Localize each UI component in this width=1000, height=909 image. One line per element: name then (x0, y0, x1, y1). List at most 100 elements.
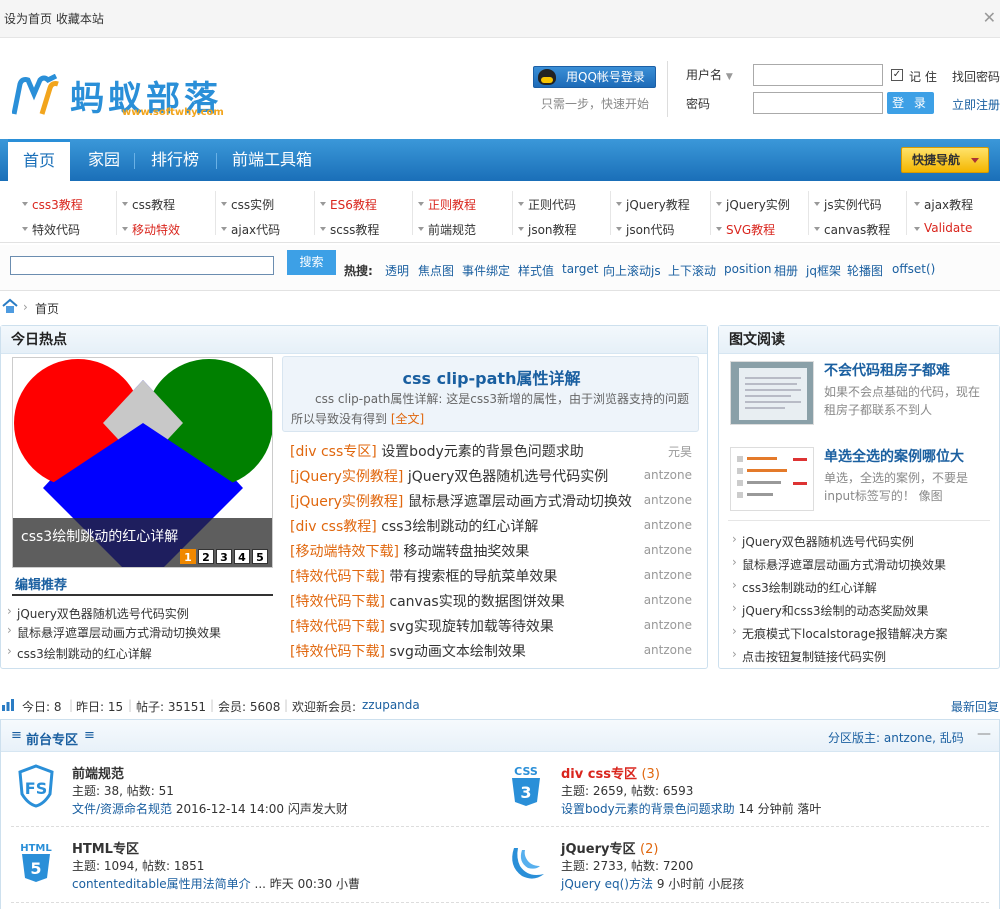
subnav-link[interactable]: jQuery教程 (616, 196, 690, 213)
picture-article-title[interactable]: 单选全选的案例哪位大 (824, 446, 964, 466)
hot-search-link[interactable]: offset() (892, 262, 935, 276)
hot-search-link[interactable]: position (724, 262, 772, 276)
subnav-link[interactable]: 前端规范 (417, 221, 476, 238)
last-post-link[interactable]: jQuery eq()方法 (561, 877, 653, 891)
subnav-link[interactable]: SVG教程 (715, 221, 775, 238)
subnav-link[interactable]: 正则教程 (417, 196, 476, 213)
hot-search-link[interactable]: 焦点图 (418, 262, 454, 279)
news-item[interactable]: [特效代码下载] svg实现旋转加载等待效果 (290, 616, 554, 636)
article-link[interactable]: css3绘制跳动的红心详解 (732, 578, 877, 596)
news-title[interactable]: css3绘制跳动的红心详解 (381, 519, 538, 535)
news-title[interactable]: 鼠标悬浮遮罩层动画方式滑动切换效 (408, 494, 632, 510)
subnav-link[interactable]: css3教程 (22, 196, 83, 213)
password-input[interactable] (753, 92, 883, 114)
news-category-link[interactable]: [jQuery实例教程] (290, 494, 403, 510)
news-category-link[interactable]: [div css教程] (290, 519, 377, 535)
article-thumbnail[interactable] (730, 361, 814, 425)
slide-page-3[interactable]: 3 (216, 549, 232, 564)
news-author[interactable]: antzone (644, 618, 692, 632)
search-button[interactable]: 搜索 (287, 250, 336, 275)
article-link[interactable]: 点击按钮复制链接代码实例 (732, 647, 886, 665)
subnav-link[interactable]: 特效代码 (21, 221, 80, 238)
subnav-link[interactable]: ajax代码 (220, 221, 280, 238)
article-link[interactable]: 无痕模式下localstorage报错解决方案 (732, 624, 948, 642)
news-item[interactable]: [特效代码下载] 带有搜索框的导航菜单效果 (290, 566, 557, 586)
css-icon[interactable]: CSS 3 (506, 764, 546, 808)
news-author[interactable]: antzone (644, 468, 692, 482)
news-author[interactable]: antzone (644, 593, 692, 607)
login-button[interactable]: 登 录 (887, 92, 934, 114)
subnav-link[interactable]: js实例代码 (814, 196, 882, 213)
last-post-link[interactable]: contenteditable属性用法简单介 (72, 877, 251, 891)
subnav-link[interactable]: scss教程 (319, 221, 379, 238)
breadcrumb-home[interactable]: 首页 (35, 300, 59, 317)
nav-item-ranking[interactable]: 排行榜 (140, 139, 210, 181)
article-thumbnail[interactable] (730, 447, 814, 511)
site-logo[interactable]: 蚂蚁部落 www.softwhy.com (12, 71, 232, 121)
news-item[interactable]: [jQuery实例教程] jQuery双色器随机选号代码实例 (290, 466, 608, 486)
news-category-link[interactable]: [jQuery实例教程] (290, 469, 403, 485)
news-category-link[interactable]: [特效代码下载] (290, 644, 385, 660)
news-item[interactable]: [jQuery实例教程] 鼠标悬浮遮罩层动画方式滑动切换效 (290, 491, 632, 511)
search-input[interactable] (10, 256, 274, 275)
subnav-link[interactable]: canvas教程 (813, 221, 890, 238)
forgot-password-link[interactable]: 找回密码 (952, 68, 1000, 85)
news-title[interactable]: canvas实现的数据图饼效果 (389, 594, 564, 610)
slideshow[interactable]: css3绘制跳动的红心详解 1 2 3 4 5 (12, 357, 273, 568)
subnav-link[interactable]: ajax教程 (913, 196, 973, 213)
remember-checkbox[interactable]: ✓ (891, 69, 903, 81)
collapse-icon[interactable]: — (977, 726, 991, 742)
news-author[interactable]: antzone (644, 568, 692, 582)
board-name[interactable]: jQuery专区 (2) (561, 838, 658, 857)
list-icon[interactable]: ≡ (84, 728, 95, 743)
hot-search-link[interactable]: 样式值 (518, 262, 554, 279)
slide-page-4[interactable]: 4 (234, 549, 250, 564)
news-author[interactable]: antzone (644, 518, 692, 532)
article-link[interactable]: jQuery和css3绘制的动态奖励效果 (732, 601, 929, 619)
quick-nav-button[interactable]: 快捷导航 (901, 147, 989, 173)
nav-item-home[interactable]: 首页 (8, 139, 70, 181)
moderators-link[interactable]: antzone, 乱码 (884, 731, 964, 745)
slide-page-2[interactable]: 2 (198, 549, 214, 564)
news-category-link[interactable]: [特效代码下载] (290, 569, 385, 585)
nav-item-toolbox[interactable]: 前端工具箱 (222, 139, 322, 181)
subnav-link[interactable]: css实例 (220, 196, 274, 213)
news-title[interactable]: 带有搜索框的导航菜单效果 (389, 569, 557, 585)
news-author[interactable]: antzone (644, 543, 692, 557)
register-link[interactable]: 立即注册 (952, 96, 1000, 113)
latest-reply-link[interactable]: 最新回复 (951, 698, 999, 715)
hot-search-link[interactable]: 相册 (774, 262, 798, 279)
news-item[interactable]: [div css专区] 设置body元素的背景色问题求助 (290, 441, 584, 461)
editor-pick-item[interactable]: jQuery双色器随机选号代码实例 (7, 604, 189, 622)
subnav-link[interactable]: ES6教程 (320, 196, 377, 213)
hot-search-link[interactable]: 透明 (385, 262, 409, 279)
featured-title[interactable]: css clip-path属性详解 (283, 365, 700, 389)
news-author[interactable]: antzone (644, 643, 692, 657)
html5-icon[interactable]: HTML 5 (16, 840, 56, 884)
new-member-link[interactable]: zzupanda (362, 698, 420, 712)
news-item[interactable]: [特效代码下载] canvas实现的数据图饼效果 (290, 591, 565, 611)
article-link[interactable]: 鼠标悬浮遮罩层动画方式滑动切换效果 (732, 555, 946, 573)
news-title[interactable]: svg动画文本绘制效果 (389, 644, 525, 660)
picture-article-title[interactable]: 不会代码租房子都难 (824, 360, 950, 380)
subnav-link[interactable]: json代码 (616, 221, 675, 238)
qq-login-button[interactable]: 用QQ帐号登录 (533, 66, 656, 88)
close-icon[interactable]: ✕ (983, 8, 996, 27)
news-item[interactable]: [移动端特效下载] 移动端转盘抽奖效果 (290, 541, 529, 561)
slide-page-5[interactable]: 5 (252, 549, 268, 564)
editor-pick-item[interactable]: 鼠标悬浮遮罩层动画方式滑动切换效果 (7, 623, 221, 641)
forum-section-title[interactable]: 前台专区 (26, 729, 78, 748)
article-link[interactable]: jQuery双色器随机选号代码实例 (732, 532, 914, 550)
last-post-link[interactable]: 设置body元素的背景色问题求助 (561, 802, 735, 816)
subnav-link[interactable]: jQuery实例 (716, 196, 790, 213)
hot-search-link[interactable]: 轮播图 (847, 262, 883, 279)
news-title[interactable]: svg实现旋转加载等待效果 (389, 619, 553, 635)
news-item[interactable]: [div css教程] css3绘制跳动的红心详解 (290, 516, 538, 536)
news-author[interactable]: antzone (644, 493, 692, 507)
jquery-icon[interactable] (506, 840, 546, 884)
news-author[interactable]: 元昊 (668, 443, 692, 460)
news-item[interactable]: [特效代码下载] svg动画文本绘制效果 (290, 641, 526, 661)
home-icon[interactable] (2, 298, 18, 314)
subnav-link[interactable]: 移动特效 (121, 221, 180, 238)
hot-search-link[interactable]: 事件绑定 (462, 262, 510, 279)
